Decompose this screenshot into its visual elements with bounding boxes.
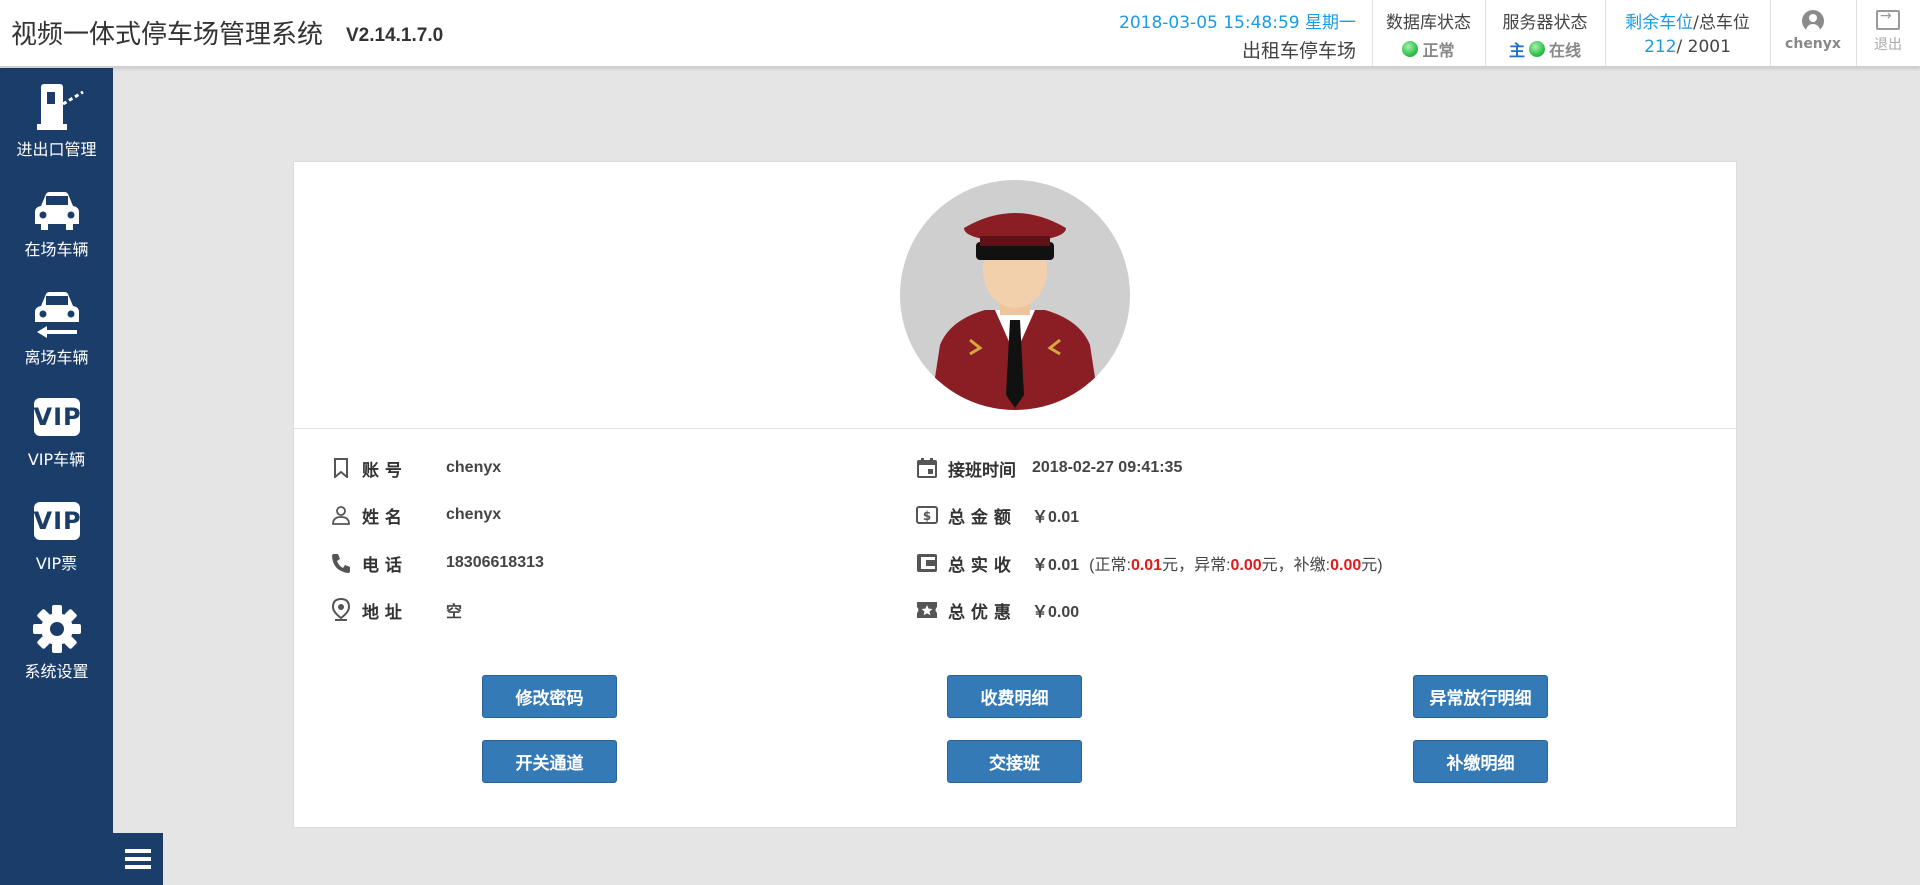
sidebar-item-label: 在场车辆 (24, 240, 89, 259)
vip-ticket-icon: VIP (33, 502, 81, 540)
current-datetime: 2018-03-05 15:48:59 星期一 (1119, 13, 1356, 33)
sidebar-item-vehicles-in-lot[interactable]: 在场车辆 (0, 190, 113, 260)
sidebar-item-label: VIP票 (35, 554, 78, 573)
abnormal-amount: 0.00 (1230, 557, 1262, 574)
total-discount-value: ￥0.00 (1032, 604, 1080, 621)
server-status-indicator-icon (1529, 41, 1545, 57)
calendar-icon (916, 457, 938, 479)
shift-time-label: 接班时间 (948, 460, 1016, 481)
change-password-button[interactable]: 修改密码 (482, 675, 617, 718)
account-row: 账 号 chenyx (330, 455, 501, 481)
normal-amount: 0.01 (1130, 557, 1163, 574)
phone-icon (330, 552, 352, 574)
parking-attendant-avatar (900, 180, 1130, 410)
server-status: 服务器状态 主 在线 (1485, 8, 1605, 61)
top-header: 视频一体式停车场管理系统 V2.14.1.7.0 2018-03-05 15:4… (0, 0, 1920, 67)
user-menu[interactable]: chenyx (1770, 10, 1856, 52)
sidebar-item-label: 系统设置 (24, 662, 89, 681)
server-status-title: 服务器状态 (1502, 13, 1588, 33)
gear-icon (32, 605, 81, 653)
sidebar-item-label: 离场车辆 (24, 348, 89, 367)
name-value: chenyx (446, 506, 502, 523)
logout-button[interactable]: 退出 (1856, 8, 1920, 54)
total-received-label: 总 实 收 (948, 555, 1011, 576)
total-received-row: 总 实 收 ￥0.01 (正常:0.01元，异常:0.00元，补缴:0.00元) (916, 550, 1383, 576)
parking-spaces: 剩余车位/总车位 212/ 2001 (1605, 8, 1770, 57)
shift-time-row: 接班时间 2018-02-27 09:41:35 (916, 455, 1182, 481)
user-circle-icon (1802, 10, 1824, 32)
makeup-payment-details-button[interactable]: 补缴明细 (1413, 740, 1548, 783)
shift-time-value: 2018-02-27 09:41:35 (1032, 459, 1183, 476)
total-received-value: ￥0.01 (1032, 557, 1080, 574)
phone-label: 电 话 (362, 555, 402, 576)
total-amount-value: ￥0.01 (1032, 509, 1080, 526)
svg-text:$: $ (923, 509, 931, 523)
db-status-value: 正常 (1422, 41, 1455, 60)
address-value: 空 (446, 604, 463, 621)
abnormal-release-details-button[interactable]: 异常放行明细 (1413, 675, 1548, 718)
account-value: chenyx (446, 459, 502, 476)
sidebar-item-vip-tickets[interactable]: VIP VIP票 (0, 502, 113, 574)
account-label: 账 号 (362, 460, 402, 481)
shift-handover-button[interactable]: 交接班 (947, 740, 1082, 783)
db-status-title: 数据库状态 (1386, 13, 1471, 33)
shift-profile-card: 账 号 chenyx 姓 名 chenyx 电 话 18306618313 地 … (293, 161, 1737, 828)
name-row: 姓 名 chenyx (330, 502, 501, 528)
sidebar-item-system-settings[interactable]: 系统设置 (0, 604, 113, 682)
total-discount-row: 总 优 惠 ￥0.00 (916, 597, 1079, 623)
address-row: 地 址 空 (330, 597, 462, 623)
sidebar-item-label: 进出口管理 (16, 140, 97, 159)
db-status: 数据库状态 正常 (1372, 8, 1485, 61)
server-main-label: 主 (1508, 41, 1525, 60)
logout-label: 退出 (1874, 37, 1902, 53)
app-version: V2.14.1.7.0 (346, 25, 444, 46)
car-front-icon (34, 192, 79, 230)
makeup-amount: 0.00 (1330, 557, 1362, 574)
ticket-star-icon (916, 599, 938, 621)
toggle-channel-button[interactable]: 开关通道 (482, 740, 617, 783)
fee-details-button[interactable]: 收费明细 (947, 675, 1082, 718)
name-label: 姓 名 (362, 507, 402, 528)
person-icon (330, 504, 352, 526)
location-pin-icon (330, 598, 352, 621)
bookmark-icon (330, 457, 352, 479)
sidebar-item-label: VIP车辆 (27, 450, 86, 469)
address-label: 地 址 (362, 602, 402, 623)
user-name: chenyx (1785, 36, 1841, 52)
car-exit-icon (34, 292, 79, 338)
app-title: 视频一体式停车场管理系统 (11, 20, 324, 50)
money-icon: $ (916, 504, 938, 526)
phone-row: 电 话 18306618313 (330, 550, 544, 576)
sidebar-item-entrance-exit[interactable]: 进出口管理 (0, 82, 113, 160)
sidebar-item-departed-vehicles[interactable]: 离场车辆 (0, 290, 113, 368)
remaining-spaces-value: 212 (1644, 37, 1677, 57)
wallet-icon (916, 552, 938, 574)
total-amount-label: 总 金 额 (948, 507, 1011, 528)
server-status-value: 在线 (1549, 41, 1582, 60)
hamburger-menu-icon[interactable] (113, 833, 163, 885)
total-spaces-label: /总车位 (1693, 13, 1750, 33)
parking-lot-name: 出租车停车场 (1241, 40, 1356, 62)
barrier-gate-icon (36, 84, 84, 130)
total-amount-row: $ 总 金 额 ￥0.01 (916, 502, 1079, 528)
remaining-spaces-label: 剩余车位 (1625, 13, 1694, 33)
phone-value: 18306618313 (446, 554, 544, 571)
sidebar-item-vip-vehicles[interactable]: VIP VIP车辆 (0, 398, 113, 470)
sidebar: 进出口管理 在场车辆 离场车辆 VIP VIP车辆 VIP VIP票 系统设置 (0, 68, 113, 885)
vip-icon: VIP (33, 398, 81, 436)
total-discount-label: 总 优 惠 (948, 602, 1011, 623)
total-spaces-value: / 2001 (1676, 37, 1731, 57)
logout-icon (1876, 8, 1900, 30)
received-breakdown: (正常:0.01元，异常:0.00元，补缴:0.00元) (1089, 557, 1383, 574)
db-status-indicator-icon (1402, 41, 1419, 57)
card-divider (294, 428, 1736, 429)
